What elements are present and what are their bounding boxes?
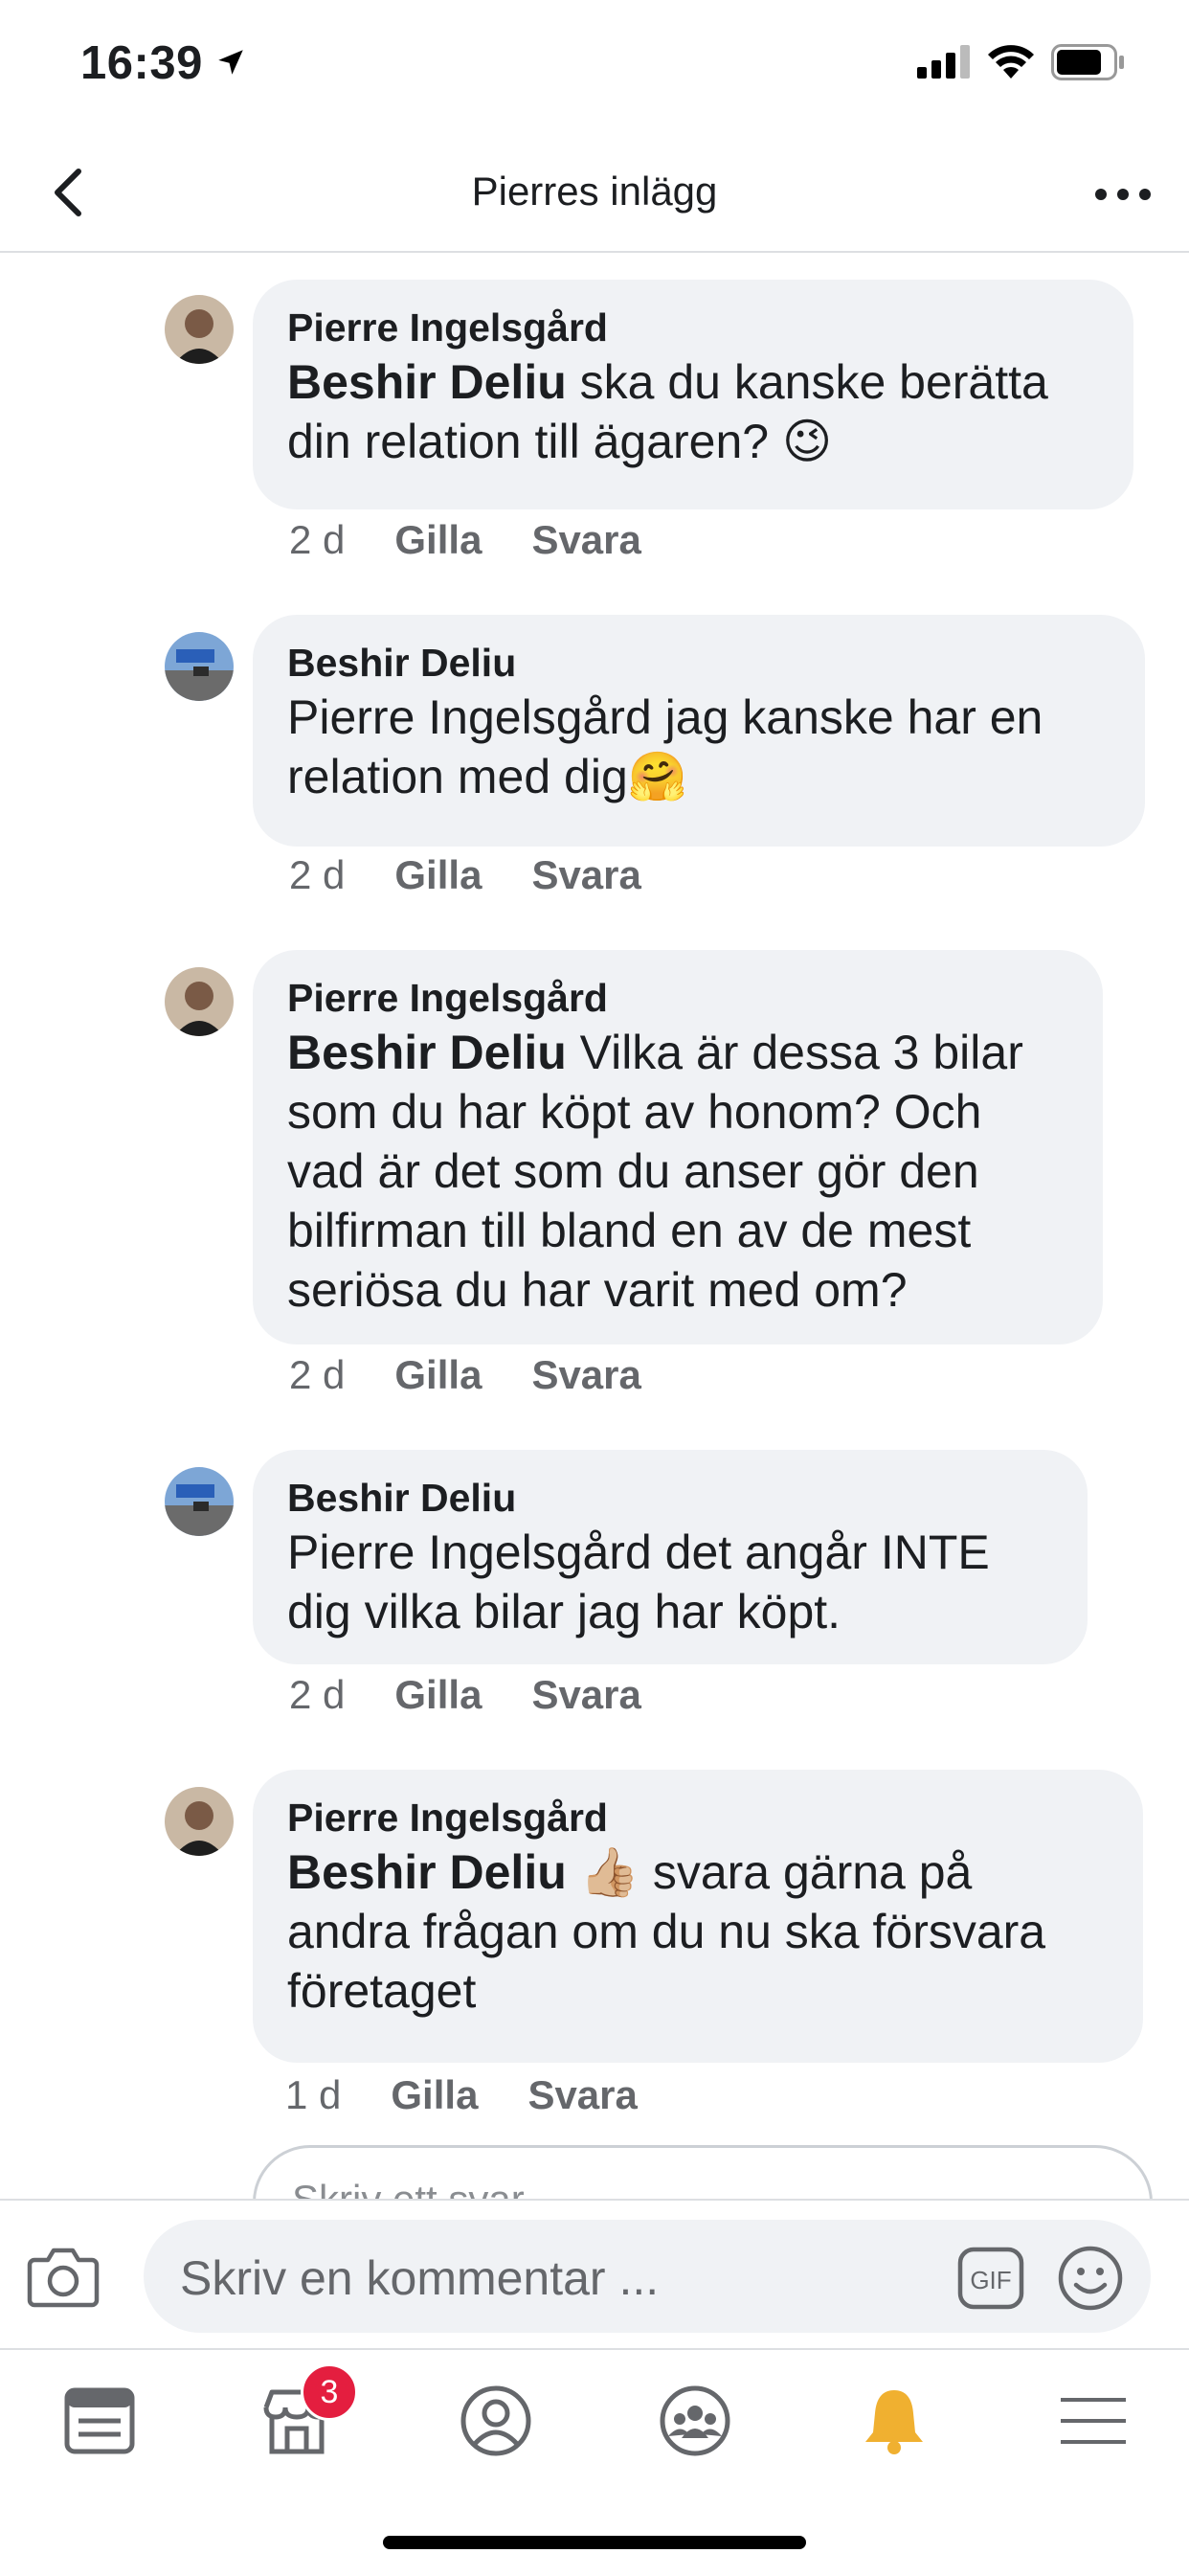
comment-text: Pierre Ingelsgård jag kanske har en <box>287 690 1043 744</box>
comment-author[interactable]: Pierre Ingelsgård <box>287 973 1068 1023</box>
tab-groups[interactable] <box>657 2383 733 2459</box>
page-title: Pierres inlägg <box>471 169 718 214</box>
comment-text: Vilka är dessa 3 bilar <box>566 1026 1023 1079</box>
comment-text: Pierre Ingelsgård det angår INTE <box>287 1525 990 1579</box>
comment-timestamp: 2 d <box>289 517 346 562</box>
reply-button[interactable]: Svara <box>531 517 640 562</box>
reply-button[interactable]: Svara <box>531 1672 640 1717</box>
comment-text: din relation till ägaren? <box>287 415 782 468</box>
comment-author[interactable]: Beshir Deliu <box>287 1473 1053 1523</box>
news-feed-icon <box>64 2387 135 2454</box>
mention[interactable]: Beshir Deliu <box>287 1026 567 1079</box>
signal-strength-icon <box>917 45 970 79</box>
more-options-icon[interactable] <box>1089 170 1156 218</box>
comment-bubble[interactable]: Beshir Deliu Pierre Ingelsgård det angår… <box>253 1450 1088 1664</box>
reply-button[interactable]: Svara <box>531 852 640 897</box>
emoji-picker-icon[interactable] <box>1057 2245 1124 2312</box>
tab-menu[interactable] <box>1055 2383 1132 2459</box>
comment-timestamp: 2 d <box>289 1352 346 1397</box>
gif-label: GIF <box>970 2266 1011 2294</box>
tab-profile[interactable] <box>458 2383 534 2459</box>
comment-bubble[interactable]: Beshir Deliu Pierre Ingelsgård jag kansk… <box>253 615 1145 847</box>
comment-text: som du har köpt av honom? Och <box>287 1085 982 1139</box>
avatar[interactable] <box>165 1467 234 1536</box>
groups-icon <box>660 2385 730 2456</box>
comment-bubble[interactable]: Pierre Ingelsgård Beshir Deliu ska du ka… <box>253 280 1133 509</box>
comment-text: seriösa du har varit med om? <box>287 1263 908 1317</box>
like-button[interactable]: Gilla <box>394 517 482 562</box>
camera-icon[interactable] <box>27 2245 100 2308</box>
comment-author[interactable]: Pierre Ingelsgård <box>287 1793 1109 1842</box>
comment-text: bilfirman till bland en av de mest <box>287 1204 972 1257</box>
comment-timestamp: 1 d <box>285 2072 342 2117</box>
bell-icon <box>865 2390 923 2454</box>
profile-icon <box>460 2385 531 2456</box>
comment-author[interactable]: Beshir Deliu <box>287 638 1110 688</box>
navigation-header: Pierres inlägg <box>0 134 1189 253</box>
mention[interactable]: Beshir Deliu <box>287 1845 567 1899</box>
comment-text: vad är det som du anser gör den <box>287 1144 979 1198</box>
like-button[interactable]: Gilla <box>394 1672 482 1717</box>
reply-button[interactable]: Svara <box>527 2072 637 2117</box>
marketplace-badge: 3 <box>301 2363 358 2421</box>
comment-input[interactable]: Skriv en kommentar ... GIF <box>144 2220 1151 2333</box>
status-bar: 16:39 <box>0 0 1189 134</box>
thumbs-up-emoji: 👍🏼 <box>579 1845 639 1899</box>
avatar[interactable] <box>165 1787 234 1856</box>
gif-icon[interactable]: GIF <box>957 2247 1024 2310</box>
hamburger-menu-icon <box>1061 2398 1126 2444</box>
wifi-icon <box>988 45 1034 79</box>
avatar[interactable] <box>165 295 234 364</box>
wink-emoji: 😉 <box>782 415 833 468</box>
mention[interactable]: Beshir Deliu <box>287 355 567 409</box>
comment-author[interactable]: Pierre Ingelsgård <box>287 303 1099 352</box>
avatar[interactable] <box>165 967 234 1036</box>
comment-text: företaget <box>287 1964 477 2018</box>
comment-text: dig vilka bilar jag har köpt. <box>287 1585 841 1638</box>
comment-timestamp: 2 d <box>289 1672 346 1717</box>
like-button[interactable]: Gilla <box>394 852 482 897</box>
comment-composer: Skriv en kommentar ... GIF <box>0 2199 1189 2349</box>
comment-text: ska du kanske berätta <box>566 355 1048 409</box>
comment-bubble[interactable]: Pierre Ingelsgård Beshir Deliu Vilka är … <box>253 950 1103 1344</box>
comment-bubble[interactable]: Pierre Ingelsgård Beshir Deliu 👍🏼 svara … <box>253 1770 1143 2063</box>
like-button[interactable]: Gilla <box>394 1352 482 1397</box>
home-indicator <box>383 2536 806 2549</box>
comment-text: relation med dig <box>287 750 628 803</box>
location-arrow-icon <box>218 50 243 75</box>
tab-news-feed[interactable] <box>61 2383 138 2459</box>
comment-placeholder: Skriv en kommentar ... <box>180 2251 660 2305</box>
reply-button[interactable]: Svara <box>531 1352 640 1397</box>
comment-text: svara gärna på <box>639 1845 973 1899</box>
hugging-emoji: 🤗 <box>627 750 688 803</box>
comment-text: andra frågan om du nu ska försvara <box>287 1905 1046 1958</box>
comment-timestamp: 2 d <box>289 852 346 897</box>
avatar[interactable] <box>165 632 234 701</box>
battery-icon <box>1051 44 1124 80</box>
tab-notifications[interactable] <box>856 2383 932 2459</box>
like-button[interactable]: Gilla <box>391 2072 478 2117</box>
status-time: 16:39 <box>80 37 203 89</box>
